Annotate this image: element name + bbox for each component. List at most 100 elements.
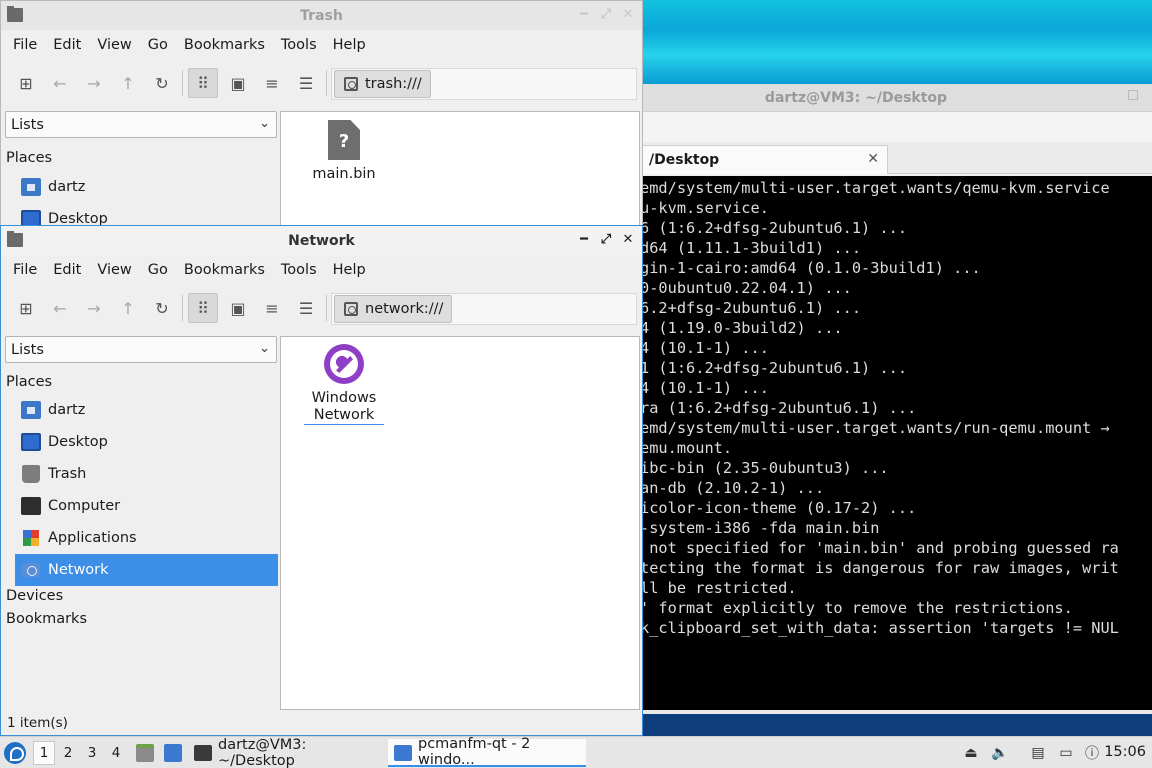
menu-view[interactable]: View	[89, 262, 139, 278]
network-tray-icon[interactable]: ▭	[1057, 743, 1075, 763]
menu-help[interactable]: Help	[325, 37, 374, 53]
place-network[interactable]: Network	[15, 554, 278, 586]
terminal-line: emd/system/multi-user.target.wants/run-q…	[640, 419, 1110, 437]
close-icon[interactable]: ✕	[622, 232, 634, 248]
menu-help[interactable]: Help	[325, 262, 374, 278]
menu-go[interactable]: Go	[140, 262, 176, 278]
bookmarks-heading[interactable]: Bookmarks	[6, 611, 87, 627]
taskbar: 1 2 3 4 dartz@VM3: ~/Desktop pcmanfm-qt …	[0, 736, 1152, 768]
trash-titlebar[interactable]: Trash ━ ⤢ ✕	[1, 1, 642, 30]
taskbar-pcmanfm[interactable]: pcmanfm-qt - 2 windo...	[388, 736, 586, 768]
close-icon[interactable]: ✕	[622, 7, 634, 23]
detailed-view-icon[interactable]: ☰	[291, 68, 321, 98]
minimize-icon[interactable]: ━	[578, 232, 590, 248]
reload-icon[interactable]: ↻	[147, 68, 177, 98]
side-pane: Lists ⌄ Places dartz Desktop	[3, 111, 277, 225]
terminal-tab[interactable]: /Desktop ✕	[640, 145, 888, 174]
terminal-line: icolor-icon-theme (0.17-2) ...	[640, 499, 917, 517]
toolbar-separator	[326, 295, 327, 321]
path-button[interactable]: network:///	[334, 295, 453, 323]
thumbnail-view-icon[interactable]: ▣	[223, 68, 253, 98]
path-button[interactable]: trash:///	[334, 70, 431, 98]
menu-edit[interactable]: Edit	[45, 37, 89, 53]
forward-icon[interactable]: →	[79, 293, 109, 323]
terminal-window: dartz@VM3: ~/Desktop /Desktop ✕ emd/syst…	[560, 84, 1152, 714]
side-pane-mode-select[interactable]: Lists ⌄	[5, 336, 277, 363]
terminal-title: dartz@VM3: ~/Desktop	[764, 89, 948, 106]
reload-icon[interactable]: ↻	[147, 293, 177, 323]
tab-close-icon[interactable]: ✕	[867, 151, 879, 167]
file-view[interactable]: Windows Network	[280, 336, 640, 710]
terminal-line: gin-1-cairo:amd64 (0.1.0-3build1) ...	[640, 259, 981, 277]
menu-bookmarks[interactable]: Bookmarks	[176, 37, 273, 53]
workspace-2[interactable]: 2	[57, 741, 79, 765]
menu-bookmarks[interactable]: Bookmarks	[176, 262, 273, 278]
terminal-titlebar[interactable]: dartz@VM3: ~/Desktop	[560, 84, 1152, 112]
place-dartz[interactable]: dartz	[15, 394, 278, 426]
start-menu-icon[interactable]	[4, 742, 26, 764]
menu-go[interactable]: Go	[140, 37, 176, 53]
place-trash[interactable]: Trash	[15, 458, 278, 490]
menu-view[interactable]: View	[89, 37, 139, 53]
thumbnail-view-icon[interactable]: ▣	[223, 293, 253, 323]
file-item[interactable]: Windows Network	[304, 344, 384, 425]
side-pane: Lists ⌄ Places dartz Desktop Trash Compu…	[3, 336, 278, 735]
place-dartz[interactable]: dartz	[15, 171, 278, 203]
minimize-icon[interactable]: ━	[578, 7, 590, 23]
new-tab-icon[interactable]: ⊞	[11, 68, 41, 98]
update-notifier-icon[interactable]: ⓘ	[1083, 743, 1101, 763]
new-tab-icon[interactable]: ⊞	[11, 293, 41, 323]
maximize-icon[interactable]: ⤢	[600, 7, 612, 23]
forward-icon[interactable]: →	[79, 68, 109, 98]
compact-view-icon[interactable]: ≡	[257, 293, 287, 323]
terminal-line: 4 (10.1-1) ...	[640, 339, 769, 357]
up-icon[interactable]: ↑	[113, 68, 143, 98]
detailed-view-icon[interactable]: ☰	[291, 293, 321, 323]
place-desktop[interactable]: Desktop	[15, 203, 278, 226]
eject-icon[interactable]: ⏏	[962, 743, 980, 763]
up-icon[interactable]: ↑	[113, 293, 143, 323]
folder-icon	[7, 231, 23, 247]
maximize-icon[interactable]	[1128, 90, 1138, 100]
place-desktop[interactable]: Desktop	[15, 426, 278, 458]
terminal-line: ' format explicitly to remove the restri…	[640, 599, 1073, 617]
file-name: Windows Network	[304, 390, 384, 425]
volume-icon[interactable]: 🔈	[991, 743, 1009, 763]
workspace-1[interactable]: 1	[33, 741, 55, 765]
workspace-3[interactable]: 3	[81, 741, 103, 765]
icon-view-icon[interactable]: ⠿	[188, 293, 218, 323]
icon-view-icon[interactable]: ⠿	[188, 68, 218, 98]
compact-view-icon[interactable]: ≡	[257, 68, 287, 98]
maximize-icon[interactable]: ⤢	[600, 232, 612, 248]
side-pane-mode-select[interactable]: Lists ⌄	[5, 111, 277, 138]
back-icon[interactable]: ←	[45, 293, 75, 323]
terminal-line: 1 (1:6.2+dfsg-2ubuntu6.1) ...	[640, 359, 908, 377]
taskbar-terminal[interactable]: dartz@VM3: ~/Desktop	[188, 737, 384, 768]
task-label: pcmanfm-qt - 2 windo...	[418, 736, 531, 768]
path-bar[interactable]: trash:///	[331, 68, 637, 100]
devices-heading[interactable]: Devices	[6, 588, 63, 604]
path-bar[interactable]: network:///	[331, 293, 637, 325]
window-title: Network	[288, 232, 355, 249]
terminal-output[interactable]: emd/system/multi-user.target.wants/qemu-…	[640, 176, 1152, 710]
file-item[interactable]: ? main.bin	[304, 120, 384, 183]
place-applications[interactable]: Applications	[15, 522, 278, 554]
network-titlebar[interactable]: Network ━ ⤢ ✕	[1, 226, 642, 255]
menu-edit[interactable]: Edit	[45, 262, 89, 278]
menu-tools[interactable]: Tools	[273, 262, 325, 278]
computer-icon	[21, 497, 41, 515]
place-computer[interactable]: Computer	[15, 490, 278, 522]
task-label: dartz@VM3: ~/Desktop	[218, 737, 307, 768]
menu-file[interactable]: File	[5, 37, 45, 53]
workspace-4[interactable]: 4	[105, 741, 127, 765]
menu-tools[interactable]: Tools	[273, 37, 325, 53]
menu-file[interactable]: File	[5, 262, 45, 278]
place-label: Desktop	[48, 211, 108, 226]
file-manager-launcher-icon[interactable]	[136, 744, 154, 762]
clipboard-icon[interactable]: ▤	[1029, 743, 1047, 763]
show-desktop-icon[interactable]	[164, 744, 182, 762]
file-view[interactable]: ? main.bin	[280, 111, 640, 225]
clock[interactable]: 15:06	[1104, 744, 1146, 760]
place-label: Desktop	[48, 434, 108, 450]
back-icon[interactable]: ←	[45, 68, 75, 98]
